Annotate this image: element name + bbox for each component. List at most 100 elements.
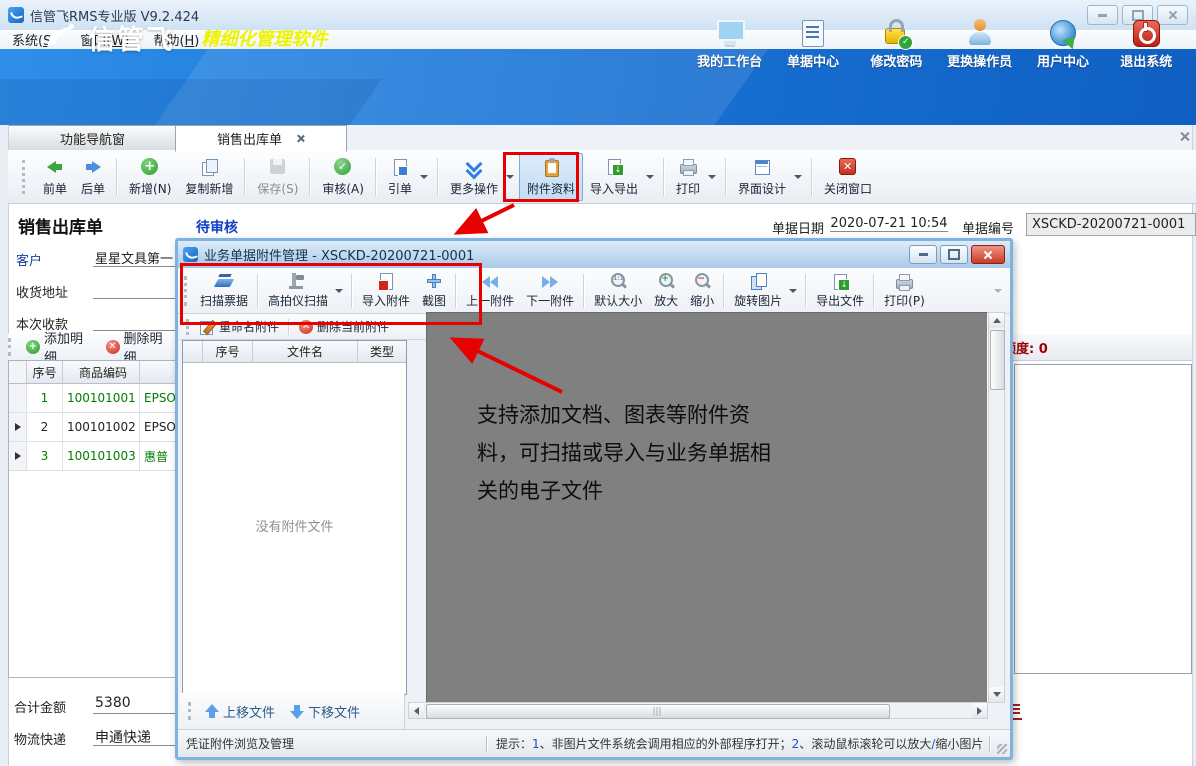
tabrow-close-icon[interactable] (1179, 131, 1190, 142)
rotate-image-button[interactable]: 旋转图片 (728, 270, 788, 311)
customer-value[interactable]: 星星文具第一 (95, 248, 178, 267)
print-icon (678, 157, 698, 177)
filelist-col-type[interactable]: 类型 (358, 341, 406, 363)
zoom-out-icon: − (692, 272, 712, 290)
shortcut-exit-system[interactable]: 退出系统 (1105, 8, 1188, 72)
hscroll-thumb[interactable] (426, 704, 890, 719)
doc-title: 销售出库单 (18, 213, 103, 238)
doc-camera-dropdown-icon[interactable] (335, 289, 343, 293)
dialog-maximize-button[interactable] (940, 245, 968, 264)
delete-attachment-button[interactable]: ✕删除当前附件 (299, 318, 389, 335)
dialog-minimize-button[interactable] (909, 245, 937, 264)
attachment-button[interactable]: 附件资料 (519, 153, 583, 201)
doc-camera-scan-button[interactable]: 高拍仪扫描 (262, 270, 334, 311)
filelist-col-seq[interactable]: 序号 (203, 341, 253, 363)
default-size-button[interactable]: 1:1默认大小 (588, 270, 648, 311)
more-actions-dropdown-icon[interactable] (506, 175, 514, 179)
import-attachment-icon (376, 272, 396, 290)
preview-hscrollbar[interactable] (408, 702, 988, 719)
zoom-out-button[interactable]: −缩小 (684, 270, 720, 311)
main-toolbar: 前单 后单 +新增(N) 复制新增 保存(S) ✓审核(A) 引单 更多操作 附… (8, 150, 1196, 204)
preview-vscrollbar[interactable] (988, 312, 1005, 703)
print-button[interactable]: 打印 (669, 154, 707, 200)
app-icon (8, 7, 24, 23)
workbench-icon (715, 18, 745, 48)
ui-design-dropdown-icon[interactable] (794, 175, 802, 179)
shortcut-change-password[interactable]: ✓ 修改密码 (855, 8, 938, 72)
move-down-button[interactable]: 下移文件 (287, 702, 360, 721)
total-amount-value[interactable]: 5380 (95, 695, 131, 711)
date-field[interactable]: 2020-07-21 10:54 (830, 216, 948, 232)
dialog-close-icon (983, 250, 993, 260)
pull-doc-button[interactable]: 引单 (381, 154, 419, 200)
zoom-in-button[interactable]: +放大 (648, 270, 684, 311)
scroll-left-icon[interactable] (409, 703, 424, 718)
dialog-toolbar2: 重命名附件 ✕删除当前附件 (180, 314, 428, 340)
prev-doc-button[interactable]: 前单 (36, 154, 74, 200)
row-marker-icon (15, 423, 21, 431)
total-amount-label: 合计金额 (14, 697, 66, 716)
rotate-image-icon (748, 272, 768, 290)
copy-add-button[interactable]: 复制新增 (178, 154, 240, 200)
delete-attachment-icon: ✕ (299, 320, 313, 334)
move-up-icon (202, 703, 219, 720)
attachment-icon (541, 157, 561, 177)
tab-sales-outbound[interactable]: 销售出库单 (175, 125, 347, 152)
doc-status: 待审核 (196, 217, 238, 237)
import-attachment-button[interactable]: 导入附件 (356, 270, 416, 311)
default-size-icon: 1:1 (608, 272, 628, 290)
scroll-up-icon[interactable] (989, 313, 1004, 328)
prev-attachment-button[interactable]: 上一附件 (460, 270, 520, 311)
item-row-1[interactable]: 1 100101001 EPSON (9, 384, 176, 413)
rotate-image-dropdown-icon[interactable] (789, 289, 797, 293)
tab-close-icon[interactable] (296, 134, 305, 143)
screenshot-button[interactable]: 截图 (416, 270, 452, 311)
dialog-print-button[interactable]: 打印(P) (878, 270, 931, 311)
col-code-header[interactable]: 商品编码 (63, 361, 140, 384)
toolbar-grip (22, 160, 28, 194)
screenshot-icon (424, 272, 444, 290)
shortcut-switch-operator[interactable]: 更换操作员 (938, 8, 1021, 72)
import-export-button[interactable]: 导入导出 (583, 154, 645, 200)
next-attachment-icon (540, 272, 560, 290)
import-export-dropdown-icon[interactable] (646, 175, 654, 179)
vscroll-thumb[interactable] (990, 330, 1005, 390)
document-center-icon (798, 18, 828, 48)
shortcut-document-center[interactable]: 单据中心 (771, 8, 854, 72)
dialog-close-button[interactable] (971, 245, 1005, 264)
next-attachment-button[interactable]: 下一附件 (520, 270, 580, 311)
close-window-button[interactable]: ✕关闭窗口 (817, 154, 879, 200)
next-doc-button[interactable]: 后单 (74, 154, 112, 200)
pull-doc-dropdown-icon[interactable] (420, 175, 428, 179)
print-dropdown-icon[interactable] (708, 175, 716, 179)
export-file-button[interactable]: 导出文件 (810, 270, 870, 311)
print-icon (894, 272, 914, 290)
col-name-header[interactable] (140, 361, 176, 384)
logistics-value[interactable]: 申通快递 (95, 727, 151, 747)
more-actions-button[interactable]: 更多操作 (443, 154, 505, 200)
copy-add-icon (199, 157, 219, 177)
ship-address-field[interactable] (93, 298, 178, 299)
shortcut-workbench[interactable]: 我的工作台 (688, 8, 771, 72)
item-row-2[interactable]: 2 100101002 EPSON (9, 413, 176, 442)
ui-design-button[interactable]: 界面设计 (731, 154, 793, 200)
brand-dot: · (185, 26, 191, 50)
customer-underline (93, 266, 178, 267)
scroll-down-icon[interactable] (989, 687, 1004, 702)
col-seq-header[interactable]: 序号 (27, 361, 63, 384)
audit-button[interactable]: ✓审核(A) (315, 154, 371, 200)
scroll-right-icon[interactable] (972, 703, 987, 718)
add-button[interactable]: +新增(N) (122, 154, 178, 200)
filelist-col-name[interactable]: 文件名 (253, 341, 358, 363)
dialog-titlebar[interactable]: 业务单据附件管理 - XSCKD-20200721-0001 (178, 241, 1010, 269)
audit-icon: ✓ (334, 158, 351, 175)
item-row-3[interactable]: 3 100101003 惠普 (9, 442, 176, 471)
scan-receipt-button[interactable]: 扫描票据 (194, 270, 254, 311)
rename-attachment-button[interactable]: 重命名附件 (198, 318, 279, 335)
shortcut-user-center[interactable]: 用户中心 (1021, 8, 1104, 72)
tab-function-nav[interactable]: 功能导航窗 (8, 125, 177, 150)
brand-slogan: 精细化管理软件 (201, 25, 327, 51)
resize-grip-icon[interactable] (997, 744, 1007, 754)
user-center-icon (1048, 18, 1078, 48)
move-up-button[interactable]: 上移文件 (202, 702, 275, 721)
